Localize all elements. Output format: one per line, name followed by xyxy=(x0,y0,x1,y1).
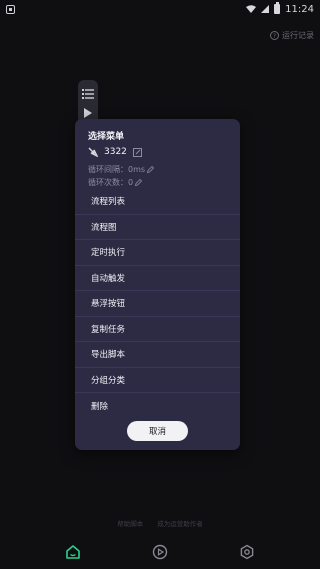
task-row: 3322 xyxy=(88,147,142,157)
cancel-button[interactable]: 取消 xyxy=(127,421,188,441)
task-name: 3322 xyxy=(104,147,127,157)
pencil-icon xyxy=(147,166,155,173)
app-notification-icon xyxy=(6,4,15,14)
list-icon xyxy=(82,89,94,99)
menu-item-export-script[interactable]: 导出脚本 xyxy=(75,342,240,368)
status-right: 11:24 xyxy=(246,2,314,15)
pencil-icon xyxy=(135,179,143,186)
signal-icon xyxy=(261,5,270,13)
menu-item-flowchart[interactable]: 流程图 xyxy=(75,215,240,240)
footer-links: 帮助脚本 成为运营助作者 xyxy=(0,518,320,528)
bottom-nav xyxy=(0,538,320,566)
menu-list: 流程列表 流程图 定时执行 自动触发 悬浮按钮 复制任务 导出脚本 分组分类 删… xyxy=(75,189,240,419)
menu-item-copy-task[interactable]: 复制任务 xyxy=(75,317,240,342)
status-left xyxy=(6,4,15,14)
nav-run[interactable] xyxy=(150,542,170,562)
menu-item-auto-trigger[interactable]: 自动触发 xyxy=(75,266,240,291)
menu-item-floating-button[interactable]: 悬浮按钮 xyxy=(75,291,240,317)
loop-count-row[interactable]: 循环次数：0 xyxy=(88,177,143,188)
battery-icon xyxy=(274,2,281,14)
loop-interval-row[interactable]: 循环间隔：0ms xyxy=(88,164,155,175)
menu-item-scheduled-run[interactable]: 定时执行 xyxy=(75,240,240,266)
dialog-title: 选择菜单 xyxy=(88,132,125,142)
footer-link-become-author[interactable]: 成为运营助作者 xyxy=(157,518,203,528)
home-icon xyxy=(66,545,81,559)
loop-interval-text: 循环间隔：0ms xyxy=(88,165,146,174)
play-icon xyxy=(84,108,92,118)
footer-link-help-script[interactable]: 帮助脚本 xyxy=(117,518,143,528)
menu-item-process-list[interactable]: 流程列表 xyxy=(75,189,240,215)
settings-icon xyxy=(240,544,253,560)
menu-item-delete[interactable]: 删除 xyxy=(75,393,240,419)
select-menu-dialog: 选择菜单 3322 循环间隔：0ms 循环次数：0 流程列表 流程图 定时执行 … xyxy=(75,119,240,450)
play-icon xyxy=(152,544,168,560)
status-bar: 11:24 xyxy=(0,0,320,18)
nav-settings[interactable] xyxy=(237,542,257,562)
status-time: 11:24 xyxy=(285,3,314,15)
edit-icon[interactable] xyxy=(132,147,142,157)
task-icon xyxy=(88,147,98,157)
help-link[interactable]: ? 运行记录 xyxy=(270,30,314,41)
help-link-label: 运行记录 xyxy=(282,31,314,40)
menu-item-group-category[interactable]: 分组分类 xyxy=(75,368,240,393)
loop-count-text: 循环次数：0 xyxy=(88,178,134,187)
nav-home[interactable] xyxy=(63,542,83,562)
help-icon: ? xyxy=(270,31,279,40)
wifi-icon xyxy=(246,5,257,13)
